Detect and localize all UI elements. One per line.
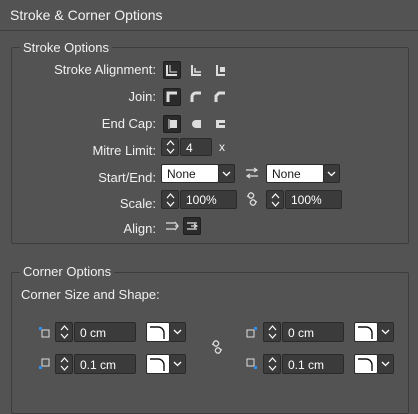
unlink-scale-icon[interactable] <box>243 190 261 208</box>
top-left-corner-icon <box>35 323 53 341</box>
align-inside-icon[interactable] <box>187 61 205 79</box>
panel-title: Stroke & Corner Options <box>10 7 163 23</box>
stroke-options-heading: Stroke Options <box>20 40 112 55</box>
end-dropdown-chevron-icon[interactable] <box>324 164 340 183</box>
stroke-corner-panel: Stroke & Corner Options Stroke Options S… <box>0 0 418 414</box>
title-divider <box>0 30 418 31</box>
align-outside-icon[interactable] <box>211 61 229 79</box>
bevel-join-icon[interactable] <box>211 88 229 106</box>
top-right-corner-icon <box>243 323 261 341</box>
scale-label: Scale: <box>119 196 156 211</box>
tr-stepper-icon[interactable] <box>265 323 279 341</box>
scale-start-stepper-icon[interactable] <box>163 190 177 209</box>
projecting-cap-icon[interactable] <box>211 115 229 133</box>
bottom-left-shape-swatch[interactable] <box>146 354 170 374</box>
link-corners-icon[interactable] <box>208 338 226 356</box>
round-join-icon[interactable] <box>187 88 205 106</box>
end-select[interactable]: None <box>266 164 324 183</box>
bottom-right-shape-chevron-icon[interactable] <box>378 354 394 374</box>
start-select[interactable]: None <box>161 164 219 183</box>
tl-stepper-icon[interactable] <box>57 323 71 341</box>
br-stepper-icon[interactable] <box>265 355 279 373</box>
extend-arrow-tip-icon[interactable] <box>163 217 181 235</box>
corner-size-shape-label: Corner Size and Shape: <box>21 287 160 302</box>
bottom-right-shape-swatch[interactable] <box>354 354 378 374</box>
bottom-right-size-input[interactable]: 0.1 cm <box>282 354 344 374</box>
top-right-shape-chevron-icon[interactable] <box>378 322 394 342</box>
top-left-shape-chevron-icon[interactable] <box>170 322 186 342</box>
bottom-right-corner-icon <box>243 355 261 373</box>
align-label: Align: <box>123 221 156 236</box>
top-left-shape-swatch[interactable] <box>146 322 170 342</box>
bl-stepper-icon[interactable] <box>57 355 71 373</box>
top-right-shape-swatch[interactable] <box>354 322 378 342</box>
swap-start-end-icon[interactable] <box>243 164 261 182</box>
butt-cap-icon[interactable] <box>163 115 181 133</box>
start-dropdown-chevron-icon[interactable] <box>219 164 235 183</box>
round-cap-icon[interactable] <box>187 115 205 133</box>
join-label: Join: <box>128 89 156 104</box>
top-right-size-input[interactable]: 0 cm <box>282 322 344 342</box>
scale-end-input[interactable]: 100% <box>285 190 342 209</box>
mitre-suffix: x <box>219 140 225 154</box>
bottom-left-size-input[interactable]: 0.1 cm <box>74 354 136 374</box>
place-arrow-tip-icon[interactable] <box>183 217 201 235</box>
bottom-left-corner-icon <box>35 355 53 373</box>
mitre-stepper-icon[interactable] <box>163 138 177 156</box>
corner-options-heading: Corner Options <box>20 264 115 279</box>
stroke-alignment-label: Stroke Alignment: <box>54 62 156 77</box>
end-cap-label: End Cap: <box>101 116 156 131</box>
scale-start-input[interactable]: 100% <box>180 190 237 209</box>
top-left-size-input[interactable]: 0 cm <box>74 322 136 342</box>
scale-end-stepper-icon[interactable] <box>268 190 282 209</box>
bottom-left-shape-chevron-icon[interactable] <box>170 354 186 374</box>
mitre-limit-input[interactable]: 4 <box>180 138 212 156</box>
start-end-label: Start/End: <box>98 170 156 185</box>
mitre-limit-label: Mitre Limit: <box>92 143 156 158</box>
miter-join-icon[interactable] <box>163 88 181 106</box>
align-center-icon[interactable] <box>163 61 181 79</box>
